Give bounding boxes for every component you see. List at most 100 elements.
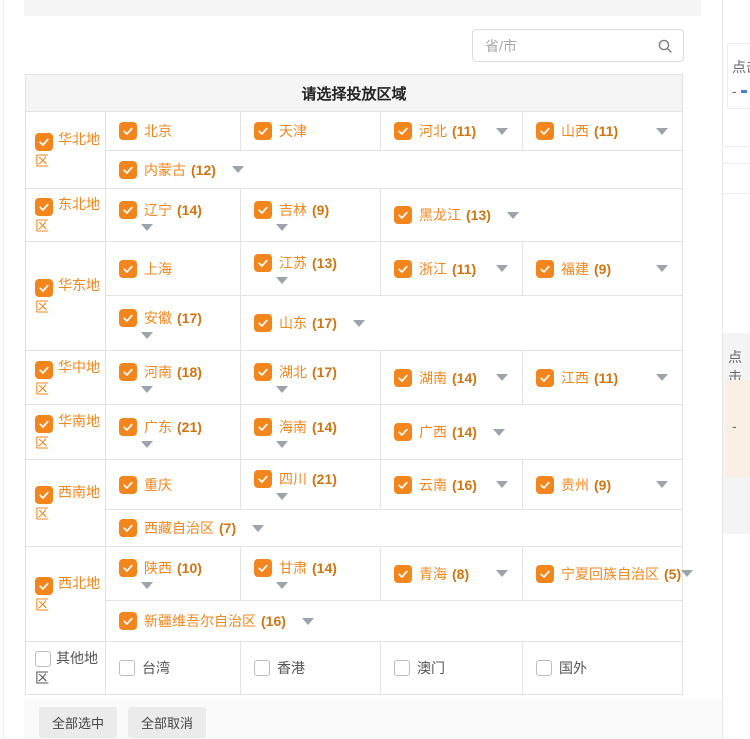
dropdown-arrow-icon[interactable]: [507, 212, 519, 219]
province-label[interactable]: 广西: [419, 422, 447, 442]
region-checkbox[interactable]: [35, 133, 53, 151]
province-label[interactable]: 山东: [279, 313, 307, 333]
province-label[interactable]: 辽宁: [144, 200, 172, 220]
province-checkbox[interactable]: [119, 122, 137, 140]
province-label[interactable]: 贵州: [561, 475, 589, 495]
province-label[interactable]: 宁夏回族自治区: [561, 564, 659, 584]
dropdown-arrow-icon[interactable]: [656, 128, 668, 135]
dropdown-arrow-icon[interactable]: [656, 374, 668, 381]
province-checkbox[interactable]: [536, 369, 554, 387]
province-label[interactable]: 新疆维吾尔自治区: [144, 611, 256, 631]
dropdown-arrow-icon[interactable]: [656, 481, 668, 488]
province-label[interactable]: 天津: [279, 121, 307, 141]
province-checkbox[interactable]: [394, 260, 412, 278]
province-checkbox[interactable]: [394, 476, 412, 494]
dropdown-arrow-icon[interactable]: [141, 582, 153, 589]
province-label[interactable]: 广东: [144, 417, 172, 437]
region-toggle[interactable]: 华中地区: [35, 357, 101, 399]
province-checkbox[interactable]: [536, 260, 554, 278]
search-input[interactable]: [473, 38, 657, 54]
province-label[interactable]: 黑龙江: [419, 205, 461, 225]
province-label[interactable]: 国外: [559, 658, 587, 678]
search-icon[interactable]: [657, 38, 673, 54]
dropdown-arrow-icon[interactable]: [276, 582, 288, 589]
province-label[interactable]: 云南: [419, 475, 447, 495]
province-checkbox[interactable]: [536, 565, 554, 583]
province-label[interactable]: 福建: [561, 259, 589, 279]
region-toggle[interactable]: 华东地区: [35, 275, 101, 317]
deselect-all-button[interactable]: 全部取消: [128, 707, 206, 738]
region-checkbox[interactable]: [35, 415, 53, 433]
province-label[interactable]: 四川: [279, 469, 307, 489]
region-toggle[interactable]: 西南地区: [35, 482, 101, 524]
province-label[interactable]: 江西: [561, 368, 589, 388]
province-label[interactable]: 湖北: [279, 362, 307, 382]
province-checkbox[interactable]: [119, 519, 137, 537]
region-checkbox[interactable]: [35, 198, 53, 216]
dropdown-arrow-icon[interactable]: [681, 570, 693, 577]
province-label[interactable]: 内蒙古: [144, 160, 186, 180]
province-checkbox[interactable]: [394, 122, 412, 140]
region-toggle[interactable]: 其他地区: [35, 648, 101, 688]
region-toggle[interactable]: 华南地区: [35, 411, 101, 453]
region-checkbox[interactable]: [35, 577, 53, 595]
province-label[interactable]: 上海: [144, 259, 172, 279]
province-checkbox[interactable]: [536, 476, 554, 494]
dropdown-arrow-icon[interactable]: [141, 332, 153, 339]
dropdown-arrow-icon[interactable]: [496, 570, 508, 577]
dropdown-arrow-icon[interactable]: [276, 441, 288, 448]
province-label[interactable]: 河南: [144, 362, 172, 382]
province-checkbox[interactable]: [119, 476, 137, 494]
dropdown-arrow-icon[interactable]: [276, 224, 288, 231]
province-label[interactable]: 海南: [279, 417, 307, 437]
region-checkbox[interactable]: [35, 361, 53, 379]
province-checkbox[interactable]: [119, 559, 137, 577]
province-checkbox[interactable]: [394, 369, 412, 387]
province-checkbox[interactable]: [254, 418, 272, 436]
dropdown-arrow-icon[interactable]: [496, 128, 508, 135]
province-checkbox[interactable]: [254, 470, 272, 488]
province-checkbox[interactable]: [394, 660, 410, 676]
province-checkbox[interactable]: [536, 660, 552, 676]
province-label[interactable]: 台湾: [142, 658, 170, 678]
province-label[interactable]: 甘肃: [279, 558, 307, 578]
dropdown-arrow-icon[interactable]: [276, 493, 288, 500]
dropdown-arrow-icon[interactable]: [276, 277, 288, 284]
region-checkbox[interactable]: [35, 486, 53, 504]
dropdown-arrow-icon[interactable]: [496, 481, 508, 488]
dropdown-arrow-icon[interactable]: [353, 320, 365, 327]
dropdown-arrow-icon[interactable]: [276, 386, 288, 393]
region-checkbox[interactable]: [35, 651, 51, 667]
province-label[interactable]: 湖南: [419, 368, 447, 388]
region-checkbox[interactable]: [35, 279, 53, 297]
province-label[interactable]: 山西: [561, 121, 589, 141]
province-checkbox[interactable]: [254, 559, 272, 577]
province-checkbox[interactable]: [119, 260, 137, 278]
province-label[interactable]: 西藏自治区: [144, 518, 214, 538]
province-checkbox[interactable]: [254, 254, 272, 272]
dropdown-arrow-icon[interactable]: [232, 166, 244, 173]
province-checkbox[interactable]: [254, 122, 272, 140]
region-toggle[interactable]: 东北地区: [35, 194, 101, 236]
dropdown-arrow-icon[interactable]: [141, 386, 153, 393]
select-all-button[interactable]: 全部选中: [39, 707, 117, 738]
province-label[interactable]: 吉林: [279, 200, 307, 220]
dropdown-arrow-icon[interactable]: [302, 618, 314, 625]
province-checkbox[interactable]: [254, 314, 272, 332]
province-checkbox[interactable]: [254, 660, 270, 676]
dropdown-arrow-icon[interactable]: [141, 441, 153, 448]
region-toggle[interactable]: 华北地区: [35, 129, 101, 171]
province-label[interactable]: 重庆: [144, 475, 172, 495]
province-label[interactable]: 北京: [144, 121, 172, 141]
province-checkbox[interactable]: [394, 423, 412, 441]
dropdown-arrow-icon[interactable]: [141, 224, 153, 231]
province-checkbox[interactable]: [119, 660, 135, 676]
province-label[interactable]: 浙江: [419, 259, 447, 279]
province-checkbox[interactable]: [119, 201, 137, 219]
region-toggle[interactable]: 西北地区: [35, 573, 101, 615]
dropdown-arrow-icon[interactable]: [496, 374, 508, 381]
province-label[interactable]: 香港: [277, 658, 305, 678]
province-checkbox[interactable]: [254, 201, 272, 219]
province-label[interactable]: 江苏: [279, 253, 307, 273]
province-checkbox[interactable]: [119, 612, 137, 630]
